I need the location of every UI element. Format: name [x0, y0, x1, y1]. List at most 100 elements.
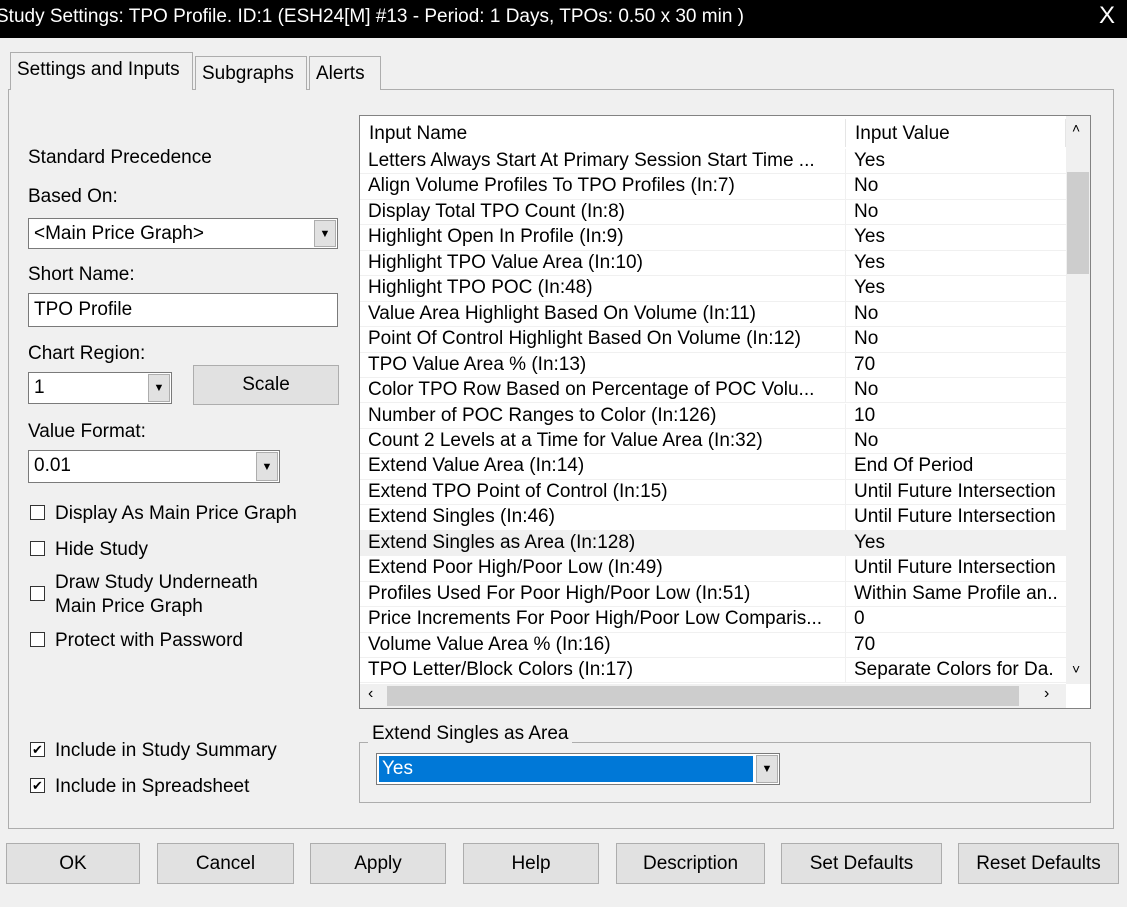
table-row[interactable]: Letters Always Start At Primary Session …: [360, 149, 1066, 175]
column-header-input-name[interactable]: Input Name: [360, 119, 846, 147]
reset-defaults-button[interactable]: Reset Defaults: [958, 843, 1119, 884]
input-value-cell[interactable]: 70: [846, 633, 1066, 657]
input-value-cell[interactable]: Within Same Profile an..: [846, 582, 1066, 606]
hide-study-checkbox[interactable]: [30, 541, 45, 556]
input-value-cell[interactable]: No: [846, 174, 1066, 198]
input-value-cell[interactable]: 10: [846, 404, 1066, 428]
input-name-cell: Highlight TPO POC (In:48): [360, 276, 846, 301]
standard-precedence-label: Standard Precedence: [28, 147, 212, 168]
input-name-cell: Highlight TPO Value Area (In:10): [360, 250, 846, 276]
cancel-button[interactable]: Cancel: [157, 843, 294, 884]
protect-password-checkbox[interactable]: [30, 632, 45, 647]
scale-button[interactable]: Scale: [193, 365, 339, 405]
table-row[interactable]: Price Increments For Poor High/Poor Low …: [360, 607, 1066, 633]
table-row[interactable]: Extend Singles as Area (In:128) Yes: [360, 530, 1066, 557]
tab-settings-and-inputs[interactable]: Settings and Inputs: [10, 52, 193, 90]
chevron-down-icon[interactable]: ▼: [148, 374, 170, 402]
input-value-cell[interactable]: No: [846, 302, 1066, 326]
input-name-cell: Count 2 Levels at a Time for Value Area …: [360, 428, 846, 454]
input-value-cell[interactable]: Yes: [846, 251, 1066, 275]
table-row[interactable]: Highlight TPO Value Area (In:10) Yes: [360, 250, 1066, 277]
scroll-right-icon[interactable]: ›: [1044, 685, 1049, 703]
vertical-scroll-thumb[interactable]: [1067, 172, 1089, 274]
input-value-cell[interactable]: No: [846, 327, 1066, 351]
close-button[interactable]: X: [1099, 2, 1115, 30]
based-on-label: Based On:: [28, 186, 118, 207]
include-summary-checkbox[interactable]: ✔: [30, 742, 45, 757]
table-row[interactable]: Extend TPO Point of Control (In:15) Until…: [360, 479, 1066, 506]
short-name-input[interactable]: TPO Profile: [28, 293, 338, 327]
tab-subgraphs[interactable]: Subgraphs: [195, 56, 307, 90]
scroll-up-icon[interactable]: ˄: [1072, 120, 1080, 136]
based-on-combo[interactable]: <Main Price Graph> ▼: [28, 218, 338, 249]
apply-button[interactable]: Apply: [310, 843, 446, 884]
table-row[interactable]: Value Area Highlight Based On Volume (In…: [360, 301, 1066, 328]
value-format-combo[interactable]: 0.01 ▼: [28, 450, 280, 483]
horizontal-scroll-thumb[interactable]: [387, 686, 1019, 706]
set-defaults-button[interactable]: Set Defaults: [781, 843, 942, 884]
include-spreadsheet-label: Include in Spreadsheet: [55, 776, 250, 797]
draw-underneath-checkbox[interactable]: [30, 586, 45, 601]
input-name-cell: Number of POC Ranges to Color (In:126): [360, 403, 846, 428]
input-value-cell[interactable]: End Of Period: [846, 454, 1066, 478]
input-name-cell: Value Area Highlight Based On Volume (In…: [360, 301, 846, 327]
hide-study-label: Hide Study: [55, 539, 148, 560]
input-value-cell[interactable]: Until Future Intersection: [846, 505, 1066, 529]
table-row[interactable]: Number of POC Ranges to Color (In:126) 10: [360, 403, 1066, 429]
scroll-down-icon[interactable]: ˅: [1072, 661, 1080, 677]
chart-region-combo[interactable]: 1 ▼: [28, 372, 172, 404]
input-value-cell[interactable]: Separate Colors for Da.: [846, 658, 1066, 682]
tab-alerts[interactable]: Alerts: [309, 56, 381, 90]
scroll-left-icon[interactable]: ‹: [368, 685, 373, 703]
input-name-cell: TPO Letter/Block Colors (In:17): [360, 658, 846, 683]
table-row[interactable]: Count 2 Levels at a Time for Value Area …: [360, 428, 1066, 455]
editor-value-combo[interactable]: Yes ▼: [376, 753, 780, 785]
input-name-cell: Extend Value Area (In:14): [360, 454, 846, 479]
table-row[interactable]: Align Volume Profiles To TPO Profiles (I…: [360, 174, 1066, 200]
horizontal-scrollbar[interactable]: ‹ ›: [360, 684, 1066, 708]
table-row[interactable]: Highlight Open In Profile (In:9) Yes: [360, 225, 1066, 251]
description-button[interactable]: Description: [616, 843, 765, 884]
input-value-cell[interactable]: Yes: [846, 225, 1066, 249]
table-row[interactable]: Highlight TPO POC (In:48) Yes: [360, 276, 1066, 302]
chevron-down-icon[interactable]: ▼: [256, 452, 278, 481]
chevron-down-icon[interactable]: ▼: [756, 755, 778, 783]
chart-region-label: Chart Region:: [28, 343, 146, 364]
chart-region-value: 1: [34, 377, 45, 398]
input-value-cell[interactable]: Until Future Intersection: [846, 556, 1066, 580]
input-value-cell[interactable]: No: [846, 429, 1066, 453]
table-row[interactable]: Extend Singles (In:46) Until Future Inter…: [360, 505, 1066, 531]
input-name-cell: Volume Value Area % (In:16): [360, 632, 846, 657]
table-row[interactable]: Color TPO Row Based on Percentage of POC…: [360, 378, 1066, 404]
input-name-cell: TPO Value Area % (In:13): [360, 352, 846, 378]
input-name-cell: Highlight Open In Profile (In:9): [360, 225, 846, 250]
table-row[interactable]: Display Total TPO Count (In:8) No: [360, 199, 1066, 226]
vertical-scrollbar[interactable]: ˄ ˅: [1066, 116, 1090, 684]
table-row[interactable]: Extend Poor High/Poor Low (In:49) Until F…: [360, 556, 1066, 582]
display-as-main-checkbox[interactable]: [30, 505, 45, 520]
input-value-cell[interactable]: No: [846, 378, 1066, 402]
title-bar: Study Settings: TPO Profile. ID:1 (ESH24…: [0, 0, 1127, 38]
table-row[interactable]: Volume Value Area % (In:16) 70: [360, 632, 1066, 658]
table-row[interactable]: TPO Value Area % (In:13) 70: [360, 352, 1066, 379]
chevron-down-icon[interactable]: ▼: [314, 220, 336, 247]
input-value-cell[interactable]: Yes: [846, 276, 1066, 300]
include-spreadsheet-checkbox[interactable]: ✔: [30, 778, 45, 793]
input-value-cell[interactable]: 70: [846, 353, 1066, 377]
table-row[interactable]: TPO Letter/Block Colors (In:17) Separate …: [360, 658, 1066, 684]
ok-button[interactable]: OK: [6, 843, 140, 884]
input-value-cell[interactable]: Yes: [846, 149, 1066, 173]
input-value-cell[interactable]: Until Future Intersection: [846, 480, 1066, 504]
input-name-cell: Extend Singles (In:46): [360, 505, 846, 530]
include-summary-label: Include in Study Summary: [55, 740, 277, 761]
table-row[interactable]: Profiles Used For Poor High/Poor Low (In…: [360, 581, 1066, 608]
table-row[interactable]: Extend Value Area (In:14) End Of Period: [360, 454, 1066, 480]
input-value-cell[interactable]: 0: [846, 607, 1066, 631]
input-value-cell[interactable]: No: [846, 200, 1066, 224]
input-name-cell: Extend TPO Point of Control (In:15): [360, 479, 846, 505]
input-value-cell[interactable]: Yes: [846, 531, 1066, 555]
help-button[interactable]: Help: [463, 843, 599, 884]
based-on-value: <Main Price Graph>: [34, 223, 205, 244]
table-row[interactable]: Point Of Control Highlight Based On Volu…: [360, 327, 1066, 353]
column-header-input-value[interactable]: Input Value: [846, 119, 1066, 147]
